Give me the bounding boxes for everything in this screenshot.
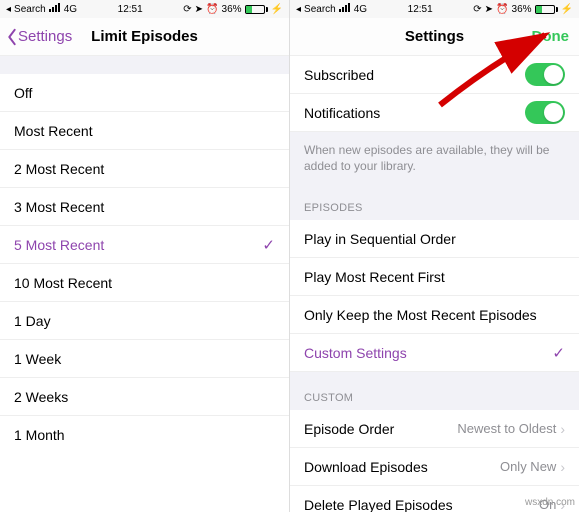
option-label: 2 Weeks bbox=[14, 389, 68, 405]
page-title: Settings bbox=[405, 28, 464, 45]
option-label: 1 Week bbox=[14, 351, 61, 367]
battery-icon bbox=[535, 5, 558, 14]
limit-option[interactable]: Off bbox=[0, 74, 289, 112]
option-label: Custom Settings bbox=[304, 345, 407, 361]
row-label: Episode Order bbox=[304, 421, 394, 437]
back-app-label[interactable]: Search bbox=[304, 4, 336, 15]
option-label: Most Recent bbox=[14, 123, 93, 139]
location-icon: ➤ bbox=[485, 4, 493, 15]
clock: 12:51 bbox=[118, 4, 143, 15]
option-label: 3 Most Recent bbox=[14, 199, 104, 215]
limit-option[interactable]: 2 Most Recent bbox=[0, 150, 289, 188]
option-label: 10 Most Recent bbox=[14, 275, 112, 291]
row-label: Download Episodes bbox=[304, 459, 428, 475]
location-icon: ➤ bbox=[195, 4, 203, 15]
back-app-label[interactable]: Search bbox=[14, 4, 46, 15]
options-list[interactable]: Off Most Recent 2 Most Recent 3 Most Recent… bbox=[0, 56, 289, 512]
battery-pct: 36% bbox=[512, 4, 532, 15]
chevron-left-icon bbox=[6, 28, 18, 46]
limit-option[interactable]: 2 Weeks bbox=[0, 378, 289, 416]
toggle-row: Notifications bbox=[290, 94, 579, 132]
checkmark-icon: ✓ bbox=[552, 344, 565, 362]
limit-option[interactable]: Most Recent bbox=[0, 112, 289, 150]
chevron-right-icon: › bbox=[560, 459, 565, 475]
option-label: 5 Most Recent bbox=[14, 237, 104, 253]
option-label: 1 Month bbox=[14, 427, 65, 443]
signal-bars-icon bbox=[339, 3, 351, 15]
toggle-footnote: When new episodes are available, they wi… bbox=[290, 132, 579, 188]
settings-list[interactable]: Subscribed Notifications When new episode… bbox=[290, 56, 579, 512]
option-label: Only Keep the Most Recent Episodes bbox=[304, 307, 537, 323]
signal-bars-icon bbox=[49, 3, 61, 15]
charging-icon: ⚡ bbox=[561, 4, 573, 15]
option-label: Off bbox=[14, 85, 32, 101]
battery-icon bbox=[245, 5, 268, 14]
toggle-label: Subscribed bbox=[304, 67, 374, 83]
page-title: Limit Episodes bbox=[91, 28, 198, 45]
rotation-lock-icon: ⟳ bbox=[473, 4, 481, 15]
charging-icon: ⚡ bbox=[271, 4, 283, 15]
row-value: Only New bbox=[500, 459, 556, 474]
back-app-icon: ◂ bbox=[6, 4, 11, 15]
episodes-option[interactable]: Play Most Recent First bbox=[290, 258, 579, 296]
podcast-settings-screen: ◂ Search 4G 12:51 ⟳ ➤ ⏰ 36% ⚡ Settings D… bbox=[290, 0, 579, 512]
limit-option[interactable]: 5 Most Recent ✓ bbox=[0, 226, 289, 264]
status-bar: ◂ Search 4G 12:51 ⟳ ➤ ⏰ 36% ⚡ bbox=[0, 0, 289, 18]
custom-setting-row[interactable]: Episode Order Newest to Oldest › bbox=[290, 410, 579, 448]
clock: 12:51 bbox=[408, 4, 433, 15]
option-label: 1 Day bbox=[14, 313, 51, 329]
custom-setting-row[interactable]: Download Episodes Only New › bbox=[290, 448, 579, 486]
back-button[interactable]: Settings bbox=[6, 28, 72, 46]
chevron-right-icon: › bbox=[560, 421, 565, 437]
section-episodes-header: Episodes bbox=[290, 188, 579, 220]
section-custom-header: Custom bbox=[290, 372, 579, 410]
toggle-switch[interactable] bbox=[525, 101, 565, 124]
limit-option[interactable]: 10 Most Recent bbox=[0, 264, 289, 302]
watermark: wsxdn.com bbox=[525, 497, 575, 508]
battery-pct: 36% bbox=[222, 4, 242, 15]
limit-option[interactable]: 1 Week bbox=[0, 340, 289, 378]
toggle-row: Subscribed bbox=[290, 56, 579, 94]
episodes-option[interactable]: Custom Settings ✓ bbox=[290, 334, 579, 372]
status-bar: ◂ Search 4G 12:51 ⟳ ➤ ⏰ 36% ⚡ bbox=[290, 0, 579, 18]
alarm-icon: ⏰ bbox=[496, 4, 508, 15]
limit-option[interactable]: 1 Month bbox=[0, 416, 289, 454]
toggle-switch[interactable] bbox=[525, 63, 565, 86]
back-label: Settings bbox=[18, 28, 72, 45]
network-label: 4G bbox=[354, 4, 367, 15]
row-label: Delete Played Episodes bbox=[304, 497, 453, 512]
nav-bar: Settings Limit Episodes bbox=[0, 18, 289, 56]
option-label: Play in Sequential Order bbox=[304, 231, 456, 247]
option-label: Play Most Recent First bbox=[304, 269, 445, 285]
done-button[interactable]: Done bbox=[532, 28, 570, 45]
limit-episodes-screen: ◂ Search 4G 12:51 ⟳ ➤ ⏰ 36% ⚡ Settings L… bbox=[0, 0, 290, 512]
limit-option[interactable]: 3 Most Recent bbox=[0, 188, 289, 226]
toggle-label: Notifications bbox=[304, 105, 380, 121]
checkmark-icon: ✓ bbox=[262, 236, 275, 254]
option-label: 2 Most Recent bbox=[14, 161, 104, 177]
row-value: Newest to Oldest bbox=[457, 421, 556, 436]
episodes-option[interactable]: Only Keep the Most Recent Episodes bbox=[290, 296, 579, 334]
episodes-option[interactable]: Play in Sequential Order bbox=[290, 220, 579, 258]
alarm-icon: ⏰ bbox=[206, 4, 218, 15]
back-app-icon: ◂ bbox=[296, 4, 301, 15]
limit-option[interactable]: 1 Day bbox=[0, 302, 289, 340]
network-label: 4G bbox=[64, 4, 77, 15]
nav-bar: Settings Done bbox=[290, 18, 579, 56]
rotation-lock-icon: ⟳ bbox=[183, 4, 191, 15]
